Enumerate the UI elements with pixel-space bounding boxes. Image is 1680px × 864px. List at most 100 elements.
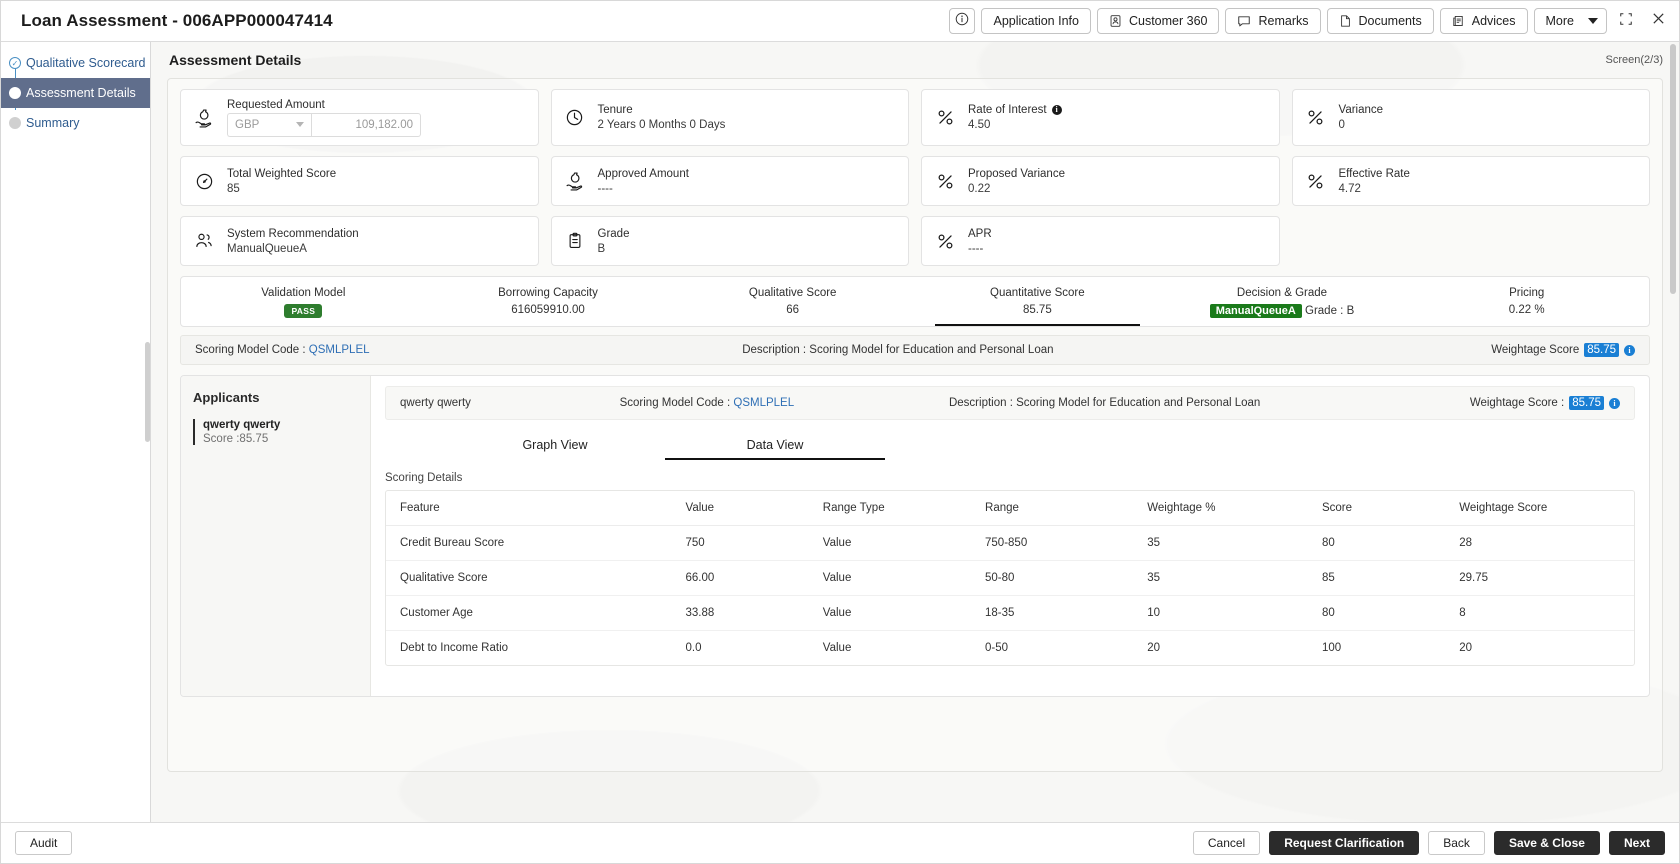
tile-value: 0 <box>1338 119 1345 131</box>
document-icon <box>1339 14 1352 28</box>
cell-feature: Customer Age <box>386 595 686 631</box>
tile-total-weighted-score: Total Weighted Score 85 <box>180 156 539 206</box>
cell-range: 750-850 <box>985 525 1148 561</box>
step-pricing[interactable]: Pricing 0.22 % <box>1404 287 1649 326</box>
request-clarification-button[interactable]: Request Clarification <box>1269 831 1420 855</box>
documents-button[interactable]: Documents <box>1326 8 1434 34</box>
tile-value: 4.72 <box>1338 182 1361 195</box>
application-info-button[interactable]: Application Info <box>981 8 1091 34</box>
step-label: Validation Model <box>261 287 346 299</box>
tile-grade: Grade B <box>550 216 909 266</box>
tab-data-view[interactable]: Data View <box>665 432 885 460</box>
cell-weightage-score: 8 <box>1459 595 1634 631</box>
sidebar-item-assessment-details[interactable]: Assessment Details <box>1 78 150 108</box>
tile-label: System Recommendation <box>227 227 359 240</box>
amount-value: 109,182.00 <box>355 118 413 131</box>
cell-range: 50-80 <box>985 560 1148 596</box>
scoring-model-bar: Scoring Model Code : QSMLPLEL Descriptio… <box>180 335 1650 365</box>
sidebar-scrollbar[interactable] <box>145 342 150 442</box>
tile-approved-amount: Approved Amount ---- <box>550 156 909 206</box>
summary-tiles: Requested Amount GBP 109,182.00 Tenure 2… <box>168 79 1662 268</box>
tile-value: ManualQueueA <box>227 242 307 255</box>
customer-360-label: Customer 360 <box>1128 14 1208 28</box>
info-button[interactable] <box>949 8 976 34</box>
remarks-button[interactable]: Remarks <box>1225 8 1321 34</box>
amount-input[interactable]: 109,182.00 <box>311 112 421 137</box>
sidebar-item-summary[interactable]: Summary <box>1 108 150 138</box>
cell-score: 100 <box>1321 642 1342 654</box>
currency-select[interactable]: GBP <box>227 112 311 137</box>
tile-system-recommendation: System Recommendation ManualQueueA <box>180 216 539 266</box>
column-header-weightage-pct: Weightage % <box>1147 491 1322 526</box>
more-button[interactable]: More <box>1533 8 1607 34</box>
tile-body: System Recommendation ManualQueueA <box>227 228 359 255</box>
tile-body: Proposed Variance 0.22 <box>968 168 1065 195</box>
scrollbar-thumb[interactable] <box>1670 44 1676 294</box>
tile-variance: Variance 0 <box>1291 89 1650 146</box>
table-row: Credit Bureau Score 750 Value 750-850 35… <box>386 525 1634 561</box>
table-row: Debt to Income Ratio 0.0 Value 0-50 20 1… <box>386 631 1634 666</box>
column-header-score: Score <box>1321 491 1460 526</box>
cell-feature-link[interactable]: Debt to Income Ratio <box>386 631 686 666</box>
tile-label: Variance <box>1338 104 1384 116</box>
sidebar-item-label: Assessment Details <box>26 86 136 100</box>
sidebar-item-qualitative-scorecard[interactable]: ✓ Qualitative Scorecard <box>1 48 150 78</box>
weightage-score-group: Weightage Score 85.75 i <box>1491 343 1635 357</box>
detail-code-value[interactable]: QSMLPLEL <box>733 397 794 409</box>
step-label: Quantitative Score <box>990 287 1085 299</box>
tile-value: 2 Years 0 Months 0 Days <box>597 119 726 131</box>
status-badge: PASS <box>284 304 323 318</box>
step-validation-model[interactable]: Validation Model PASS <box>181 287 426 326</box>
step-value: ManualQueueA Grade : B <box>1160 304 1405 319</box>
title-bar: Loan Assessment - 006APP000047414 Applic… <box>1 1 1679 42</box>
table-row: Customer Age 33.88 Value 18-35 10 80 8 <box>386 595 1634 631</box>
footer-bar: Audit Cancel Request Clarification Back … <box>1 822 1679 863</box>
next-button[interactable]: Next <box>1608 831 1665 855</box>
step-label: Borrowing Capacity <box>498 287 598 299</box>
step-quantitative-score[interactable]: Quantitative Score 85.75 <box>915 287 1160 326</box>
step-qualitative-score[interactable]: Qualitative Score 66 <box>670 287 915 326</box>
applicants-panel: Applicants qwerty qwerty Score :85.75 <box>181 376 371 696</box>
cell-value: 750 <box>685 525 823 561</box>
tile-label: Tenure <box>597 104 633 116</box>
audit-button[interactable]: Audit <box>15 831 73 855</box>
detail-scoring-model-code: Scoring Model Code : QSMLPLEL <box>620 397 949 409</box>
percent-icon <box>1305 108 1327 127</box>
tile-proposed-variance: Proposed Variance 0.22 <box>921 156 1280 206</box>
documents-label: Documents <box>1358 14 1422 28</box>
info-circle-icon <box>955 12 969 31</box>
info-icon[interactable]: i <box>1051 105 1062 115</box>
scoring-model-code-value[interactable]: QSMLPLEL <box>309 344 370 356</box>
main-scrollbar[interactable] <box>1669 42 1677 822</box>
tile-label: APR <box>968 227 992 240</box>
back-button[interactable]: Back <box>1428 831 1485 855</box>
applicant-list-item[interactable]: qwerty qwerty Score :85.75 <box>193 419 360 445</box>
advices-button[interactable]: Advices <box>1439 8 1528 34</box>
cell-weightage-score: 20 <box>1459 642 1473 654</box>
clock-icon <box>564 108 586 127</box>
scoring-model-code: Scoring Model Code : QSMLPLEL <box>195 344 742 356</box>
chevron-down-icon <box>1588 18 1598 24</box>
step-borrowing-capacity[interactable]: Borrowing Capacity 616059910.00 <box>426 287 671 326</box>
customer-360-button[interactable]: Customer 360 <box>1096 8 1220 34</box>
money-hand-icon <box>564 171 586 191</box>
info-icon[interactable]: i <box>1624 344 1635 356</box>
step-value: 0.22 % <box>1508 304 1545 316</box>
tile-value: ---- <box>597 182 613 195</box>
tile-label: Approved Amount <box>597 167 689 180</box>
info-icon[interactable]: i <box>1609 397 1620 409</box>
gauge-icon <box>193 172 215 191</box>
save-and-close-button[interactable]: Save & Close <box>1493 831 1600 855</box>
tile-label-text: Rate of Interest <box>968 104 1047 116</box>
main-header: Assessment Details Screen(2/3) <box>151 42 1679 74</box>
table-header-row: Feature Value Range Type Range Weightage… <box>386 491 1634 526</box>
step-decision-and-grade[interactable]: Decision & Grade ManualQueueA Grade : B <box>1160 287 1405 326</box>
applicant-detail-panel: qwerty qwerty Scoring Model Code : QSMLP… <box>371 376 1649 696</box>
collapse-window-button[interactable] <box>1613 8 1639 34</box>
more-label: More <box>1545 14 1574 28</box>
cancel-button[interactable]: Cancel <box>1192 831 1261 855</box>
table-body: Credit Bureau Score 750 Value 750-850 35… <box>386 525 1634 666</box>
close-window-button[interactable] <box>1645 8 1671 34</box>
tile-body: Approved Amount ---- <box>598 168 689 195</box>
tab-graph-view[interactable]: Graph View <box>445 432 665 460</box>
